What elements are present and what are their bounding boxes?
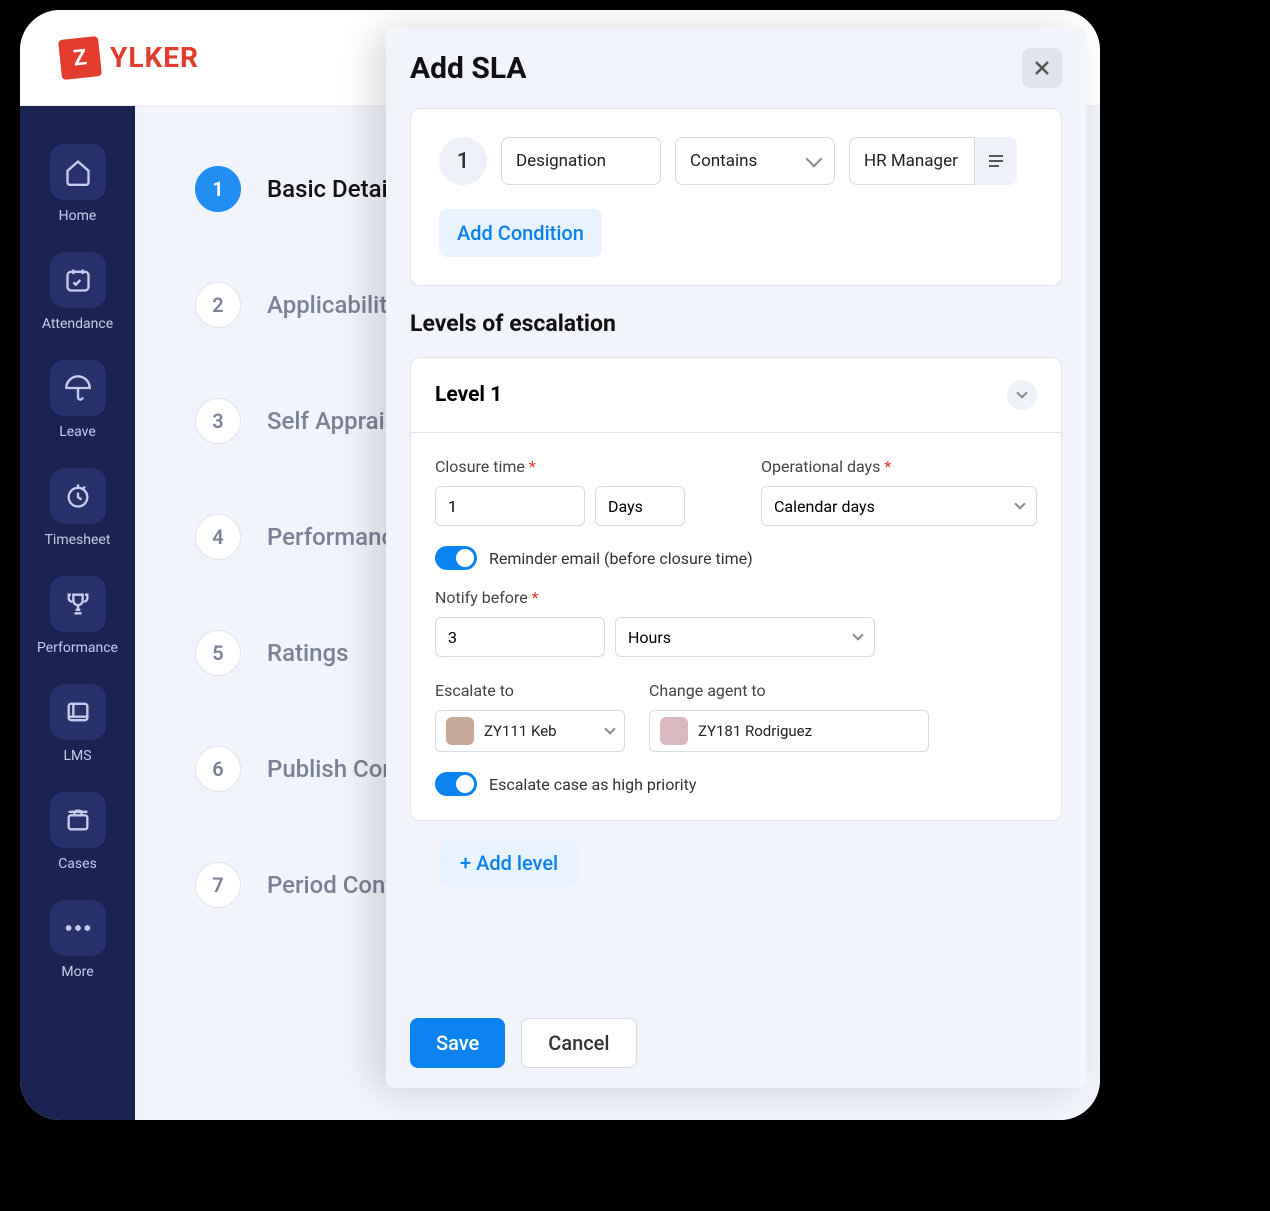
avatar bbox=[446, 717, 474, 745]
opdays-value: Calendar days bbox=[774, 497, 875, 516]
escalate-person: ZY111 Keb bbox=[484, 722, 596, 740]
step-num: 5 bbox=[195, 630, 241, 676]
chevron-down-icon bbox=[852, 629, 863, 640]
step-num: 7 bbox=[195, 862, 241, 908]
sidebar-label: More bbox=[61, 964, 93, 980]
notify-unit-value: Hours bbox=[628, 628, 671, 647]
level-header[interactable]: Level 1 bbox=[411, 358, 1061, 433]
chevron-down-icon bbox=[806, 151, 823, 168]
modal-title: Add SLA bbox=[410, 51, 527, 86]
condition-op-value: Contains bbox=[690, 151, 757, 171]
sidebar-label: Attendance bbox=[42, 316, 113, 332]
high-priority-toggle[interactable] bbox=[435, 772, 477, 796]
condition-number: 1 bbox=[439, 137, 487, 185]
sidebar-label: Home bbox=[59, 208, 97, 224]
clock-icon bbox=[50, 468, 106, 524]
sidebar: Home Attendance Leave Timesheet Performa… bbox=[20, 106, 135, 1120]
operational-days-select[interactable]: Calendar days bbox=[761, 486, 1037, 526]
chevron-down-icon bbox=[1016, 387, 1027, 398]
closure-time-label: Closure time bbox=[435, 457, 711, 476]
sidebar-item-timesheet[interactable]: Timesheet bbox=[33, 460, 123, 556]
step-num: 2 bbox=[195, 282, 241, 328]
book-icon bbox=[50, 684, 106, 740]
step-label: Ratings bbox=[267, 639, 348, 667]
high-priority-label: Escalate case as high priority bbox=[489, 775, 696, 794]
conditions-card: 1 Designation Contains HR Manager Add Co… bbox=[410, 108, 1062, 286]
step-num: 6 bbox=[195, 746, 241, 792]
chevron-down-icon bbox=[604, 723, 615, 734]
sidebar-label: LMS bbox=[63, 748, 91, 764]
list-icon bbox=[987, 154, 1005, 168]
more-icon bbox=[50, 900, 106, 956]
modal-footer: Save Cancel bbox=[386, 998, 1086, 1088]
operational-days-label: Operational days bbox=[761, 457, 1037, 476]
step-label: Applicability bbox=[267, 291, 399, 319]
sidebar-item-leave[interactable]: Leave bbox=[33, 352, 123, 448]
sidebar-item-cases[interactable]: Cases bbox=[33, 784, 123, 880]
closure-time-input[interactable]: 1 bbox=[435, 486, 585, 526]
sidebar-label: Performance bbox=[37, 640, 118, 656]
sidebar-item-attendance[interactable]: Attendance bbox=[33, 244, 123, 340]
sidebar-item-performance[interactable]: Performance bbox=[33, 568, 123, 664]
closure-unit: Days bbox=[595, 486, 685, 526]
umbrella-icon bbox=[50, 360, 106, 416]
escalate-to-label: Escalate to bbox=[435, 681, 625, 700]
reminder-email-toggle[interactable] bbox=[435, 546, 477, 570]
change-agent-label: Change agent to bbox=[649, 681, 929, 700]
add-condition-button[interactable]: Add Condition bbox=[439, 209, 602, 257]
save-button[interactable]: Save bbox=[410, 1018, 505, 1068]
condition-list-button[interactable] bbox=[975, 137, 1017, 185]
change-agent-select[interactable]: ZY181 Rodriguez bbox=[649, 710, 929, 752]
sidebar-item-lms[interactable]: LMS bbox=[33, 676, 123, 772]
sidebar-item-more[interactable]: More bbox=[33, 892, 123, 988]
close-icon bbox=[1033, 59, 1051, 77]
step-num: 3 bbox=[195, 398, 241, 444]
logo-text: YLKER bbox=[110, 41, 199, 74]
notify-unit-select[interactable]: Hours bbox=[615, 617, 875, 657]
cancel-button[interactable]: Cancel bbox=[521, 1018, 636, 1068]
agent-person: ZY181 Rodriguez bbox=[698, 722, 918, 740]
chevron-down-icon bbox=[1014, 498, 1025, 509]
notify-before-label: Notify before bbox=[435, 588, 1037, 607]
step-num: 4 bbox=[195, 514, 241, 560]
add-level-button[interactable]: + Add level bbox=[440, 839, 578, 887]
condition-field-select[interactable]: Designation bbox=[501, 137, 661, 185]
home-icon bbox=[50, 144, 106, 200]
notify-before-input[interactable]: 3 bbox=[435, 617, 605, 657]
level-card: Level 1 Closure time 1 Days Operational … bbox=[410, 357, 1062, 821]
condition-value-input[interactable]: HR Manager bbox=[849, 137, 975, 185]
logo-badge: Z bbox=[58, 36, 102, 80]
step-num: 1 bbox=[195, 166, 241, 212]
collapse-button[interactable] bbox=[1007, 380, 1037, 410]
sidebar-label: Cases bbox=[58, 856, 97, 872]
avatar bbox=[660, 717, 688, 745]
sidebar-label: Leave bbox=[59, 424, 96, 440]
condition-operator-select[interactable]: Contains bbox=[675, 137, 835, 185]
levels-heading: Levels of escalation bbox=[410, 310, 1062, 337]
condition-row: 1 Designation Contains HR Manager bbox=[439, 137, 1033, 185]
reminder-email-label: Reminder email (before closure time) bbox=[489, 549, 753, 568]
sidebar-item-home[interactable]: Home bbox=[33, 136, 123, 232]
add-sla-modal: Add SLA 1 Designation Contains HR Manage… bbox=[386, 28, 1086, 1088]
modal-header: Add SLA bbox=[386, 28, 1086, 108]
close-button[interactable] bbox=[1022, 48, 1062, 88]
level-title: Level 1 bbox=[435, 383, 502, 407]
escalate-to-select[interactable]: ZY111 Keb bbox=[435, 710, 625, 752]
trophy-icon bbox=[50, 576, 106, 632]
sidebar-label: Timesheet bbox=[45, 532, 111, 548]
briefcase-icon bbox=[50, 792, 106, 848]
calendar-check-icon bbox=[50, 252, 106, 308]
